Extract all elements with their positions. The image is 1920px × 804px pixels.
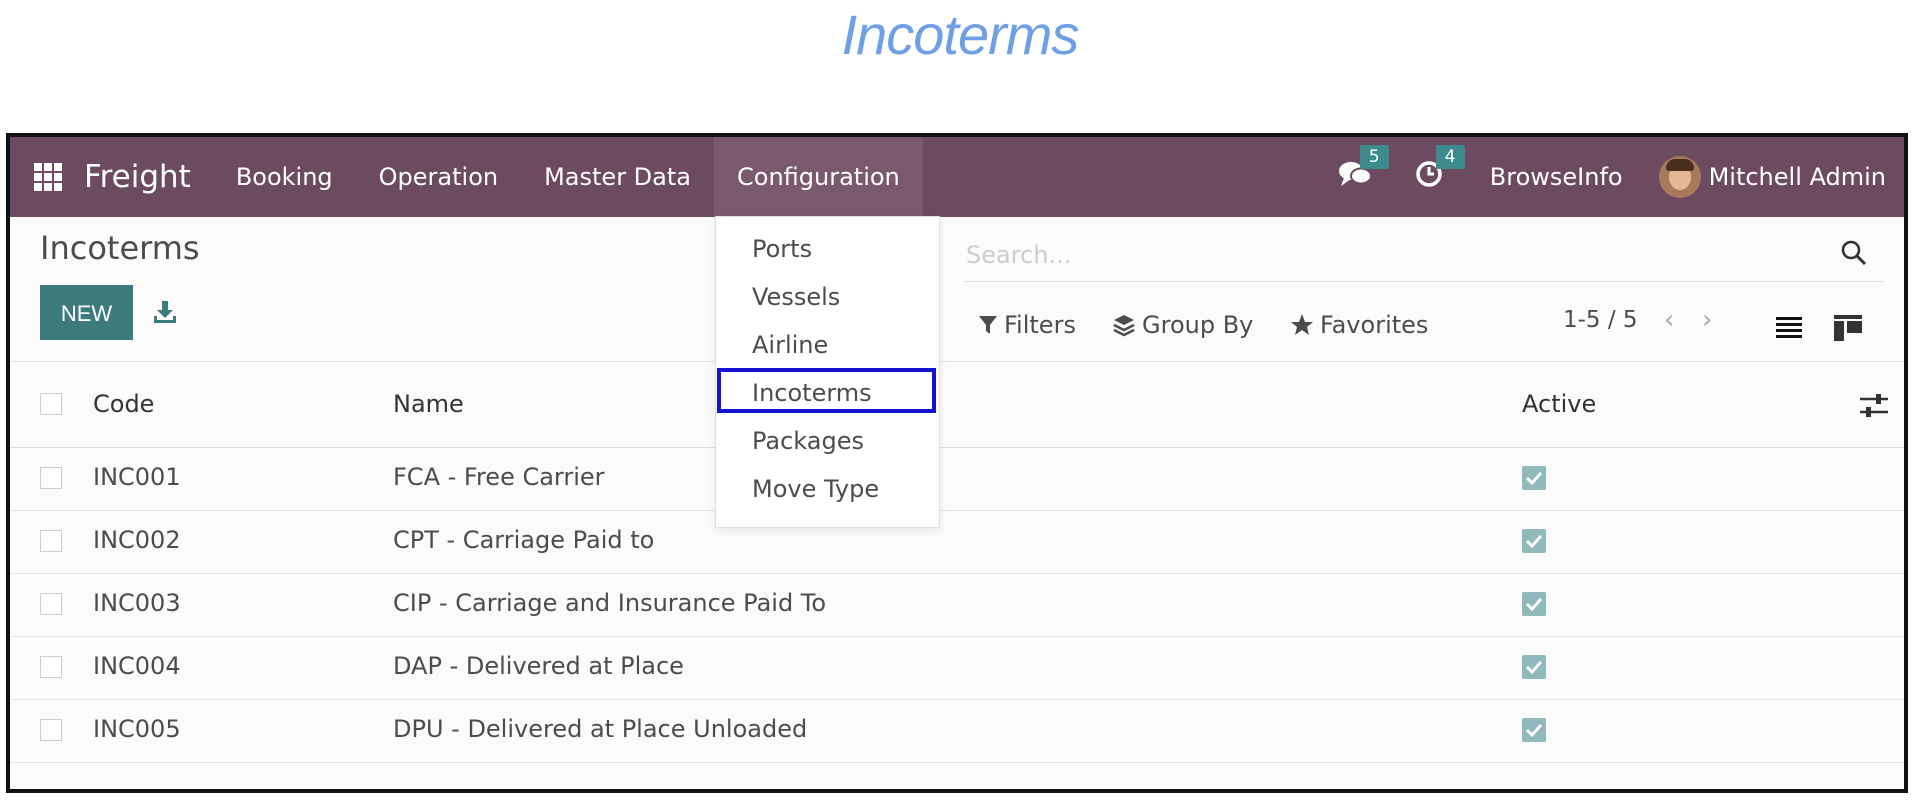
- row-code: INC002: [93, 526, 181, 554]
- table-row[interactable]: INC001 FCA - Free Carrier: [10, 448, 1904, 511]
- download-icon[interactable]: [152, 299, 180, 327]
- pager-prev-icon[interactable]: ‹: [1664, 305, 1674, 335]
- row-name: DPU - Delivered at Place Unloaded: [393, 715, 808, 743]
- layers-icon: [1113, 315, 1135, 337]
- activity-clock-icon[interactable]: 4: [1414, 145, 1465, 195]
- active-checkmark-icon: [1522, 718, 1546, 742]
- search-bar: [964, 227, 1884, 282]
- apps-grid-icon[interactable]: [34, 163, 62, 191]
- favorites-label: Favorites: [1320, 311, 1429, 339]
- row-name: FCA - Free Carrier: [393, 463, 605, 491]
- active-checkmark-icon: [1522, 466, 1546, 490]
- row-code: INC004: [93, 652, 181, 680]
- table-row[interactable]: INC002 CPT - Carriage Paid to: [10, 511, 1904, 574]
- active-checkmark-icon: [1522, 655, 1546, 679]
- favorites-button[interactable]: Favorites: [1290, 311, 1428, 339]
- row-checkbox[interactable]: [40, 719, 62, 741]
- table-row[interactable]: INC003 CIP - Carriage and Insurance Paid…: [10, 574, 1904, 637]
- pager-next-icon[interactable]: ›: [1702, 305, 1712, 335]
- table-row[interactable]: INC004 DAP - Delivered at Place: [10, 637, 1904, 700]
- doc-title: Incoterms: [841, 3, 1080, 66]
- user-menu[interactable]: Mitchell Admin: [1709, 163, 1886, 191]
- filters-label: Filters: [1004, 311, 1076, 339]
- row-name: CIP - Carriage and Insurance Paid To: [393, 589, 827, 617]
- select-all-checkbox[interactable]: [40, 393, 62, 415]
- menu-item-move-type[interactable]: Move Type: [752, 475, 879, 503]
- row-checkbox[interactable]: [40, 530, 62, 552]
- table-header: Code Name Active: [10, 363, 1904, 448]
- filters-button[interactable]: Filters: [978, 311, 1076, 339]
- column-header-name[interactable]: Name: [393, 390, 464, 418]
- list-view-icon[interactable]: [1776, 315, 1804, 341]
- menu-operation[interactable]: Operation: [356, 137, 521, 217]
- menu-item-vessels[interactable]: Vessels: [752, 283, 840, 311]
- column-header-active[interactable]: Active: [1522, 390, 1596, 418]
- row-checkbox[interactable]: [40, 467, 62, 489]
- user-avatar[interactable]: [1658, 156, 1701, 198]
- optional-columns-icon[interactable]: [1860, 393, 1890, 421]
- search-icon[interactable]: [1840, 239, 1870, 269]
- row-checkbox[interactable]: [40, 593, 62, 615]
- table-row[interactable]: INC005 DPU - Delivered at Place Unloaded: [10, 700, 1904, 763]
- company-switcher[interactable]: BrowseInfo: [1490, 163, 1623, 191]
- messages-badge: 5: [1359, 145, 1389, 169]
- row-code: INC003: [93, 589, 181, 617]
- menu-booking[interactable]: Booking: [213, 137, 356, 217]
- row-name: DAP - Delivered at Place: [393, 652, 684, 680]
- menu-item-airline[interactable]: Airline: [752, 331, 828, 359]
- active-checkmark-icon: [1522, 592, 1546, 616]
- top-navbar: Freight Booking Operation Master Data Co…: [10, 137, 1904, 217]
- menu-master-data[interactable]: Master Data: [521, 137, 714, 217]
- row-code: INC005: [93, 715, 181, 743]
- filter-icon: [979, 316, 997, 334]
- app-brand[interactable]: Freight: [84, 159, 191, 195]
- menu-item-ports[interactable]: Ports: [752, 235, 812, 263]
- menu-item-incoterms[interactable]: Incoterms: [752, 379, 872, 407]
- menu-item-packages[interactable]: Packages: [752, 427, 864, 455]
- kanban-view-icon[interactable]: [1834, 315, 1862, 341]
- messages-icon[interactable]: 5: [1338, 145, 1389, 195]
- group-by-label: Group By: [1142, 311, 1254, 339]
- activities-badge: 4: [1435, 145, 1465, 169]
- row-name: CPT - Carriage Paid to: [393, 526, 655, 554]
- menu-configuration[interactable]: Configuration: [714, 137, 923, 217]
- new-button[interactable]: NEW: [40, 285, 133, 340]
- pager-value[interactable]: 1-5 / 5: [1563, 307, 1638, 333]
- page-title: Incoterms: [40, 229, 200, 267]
- column-header-code[interactable]: Code: [93, 390, 154, 418]
- active-checkmark-icon: [1522, 529, 1546, 553]
- app-window: Freight Booking Operation Master Data Co…: [6, 133, 1908, 793]
- group-by-button[interactable]: Group By: [1112, 311, 1253, 339]
- control-panel-divider: [10, 361, 1904, 362]
- row-code: INC001: [93, 463, 181, 491]
- search-input[interactable]: [964, 235, 1828, 275]
- configuration-dropdown: Ports Vessels Airline Incoterms Packages…: [715, 216, 940, 528]
- row-checkbox[interactable]: [40, 656, 62, 678]
- star-icon: [1291, 314, 1313, 335]
